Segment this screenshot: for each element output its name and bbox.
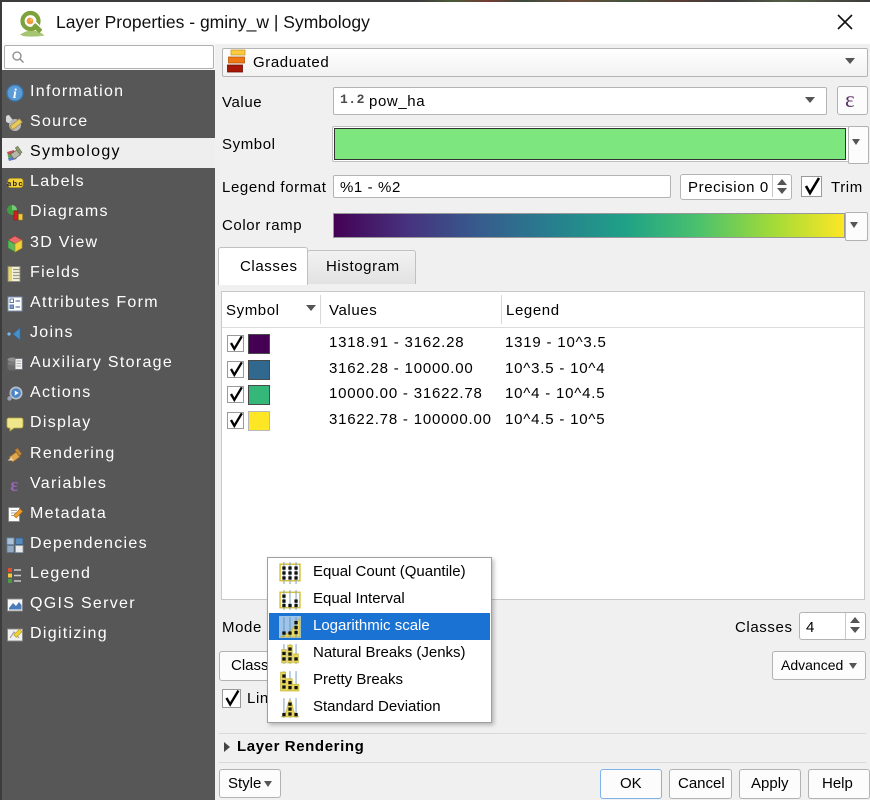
svg-text:ε: ε	[10, 476, 19, 494]
svg-text:i: i	[13, 87, 18, 102]
svg-text:abc: abc	[7, 179, 24, 188]
